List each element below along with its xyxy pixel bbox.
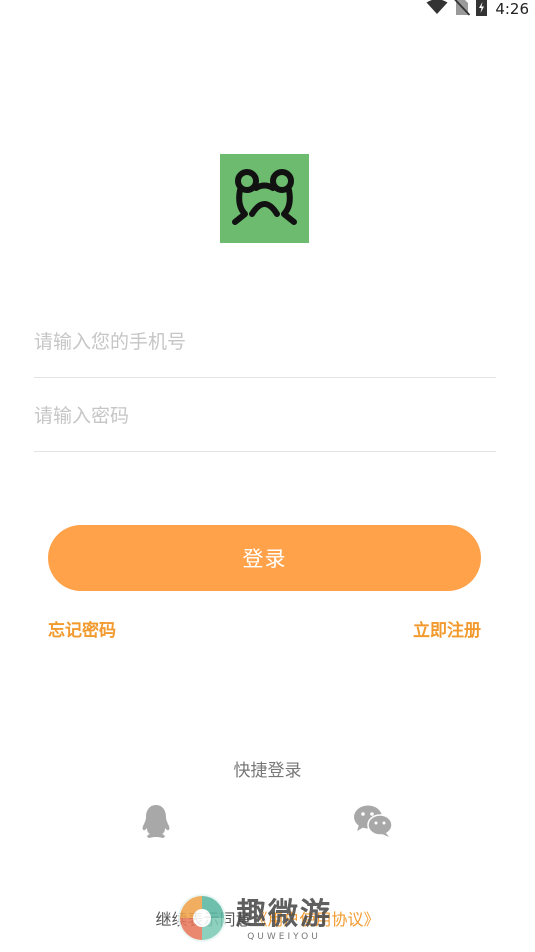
register-link[interactable]: 立即注册 [413, 616, 481, 641]
login-button[interactable]: 登录 [48, 525, 481, 591]
wechat-icon [353, 804, 393, 842]
watermark-text: 趣微游 [236, 897, 332, 932]
watermark-subtext: QUWEIYOU [247, 932, 321, 942]
wifi-icon [426, 0, 448, 19]
status-time: 4:26 [495, 0, 529, 18]
qq-login-button[interactable] [134, 803, 178, 843]
frog-face-logo [232, 169, 297, 225]
phone-field [34, 302, 496, 378]
no-sim-icon [454, 0, 471, 20]
forgot-password-link[interactable]: 忘记密码 [48, 616, 116, 641]
password-input[interactable] [34, 398, 496, 434]
status-bar: 4:26 [0, 0, 535, 22]
app-logo [220, 154, 309, 243]
watermark-text-group: 趣微游 QUWEIYOU [236, 897, 332, 943]
wechat-login-button[interactable] [351, 803, 395, 843]
qq-icon [141, 803, 171, 843]
watermark-logo-icon [176, 892, 228, 948]
status-icons: 4:26 [426, 0, 529, 18]
phone-input[interactable] [34, 324, 496, 360]
watermark: 趣微游 QUWEIYOU [176, 892, 332, 948]
quick-login-title: 快捷登录 [233, 761, 302, 781]
battery-charging-icon [476, 0, 488, 20]
password-field [34, 376, 496, 452]
